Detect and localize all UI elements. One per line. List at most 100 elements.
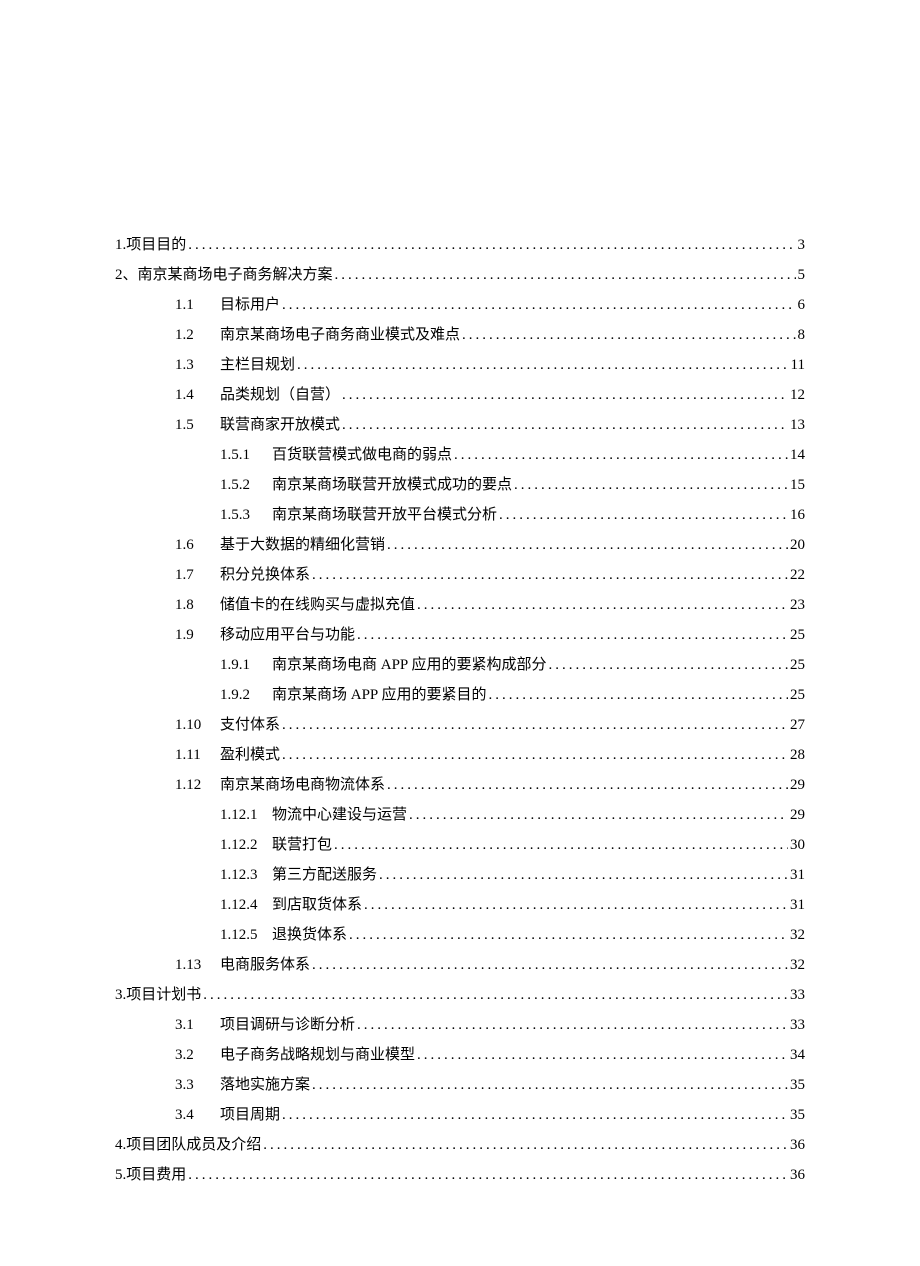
toc-entry: 1.8储值卡的在线购买与虚拟充值 23 [115, 590, 805, 620]
toc-leader-dots [263, 1130, 788, 1160]
toc-page-number: 14 [790, 440, 805, 470]
toc-entry: 1.6基于大数据的精细化营销20 [115, 530, 805, 560]
toc-page-number: 29 [790, 770, 805, 800]
toc-number: 1.5 [175, 410, 220, 440]
toc-entry: 1.10 支付体系 27 [115, 710, 805, 740]
toc-number: 1. [115, 230, 126, 260]
toc-page-number: 29 [790, 800, 805, 830]
toc-number: 1.12.5 [220, 920, 272, 950]
toc-page-number: 25 [790, 680, 805, 710]
toc-number: 3.3 [175, 1070, 220, 1100]
toc-title: 南京某商场电商物流体系 [220, 770, 385, 800]
toc-entry: 1.2南京某商场电子商务商业模式及难点 8 [115, 320, 805, 350]
toc-title: 到店取货体系 [272, 890, 362, 920]
toc-number: 4 [115, 1130, 123, 1160]
toc-leader-dots [387, 770, 788, 800]
toc-page-number: 8 [798, 320, 806, 350]
toc-entry: 5 .项目费用36 [115, 1160, 805, 1190]
toc-entry: 1.4品类规划（自营） 12 [115, 380, 805, 410]
toc-page-number: 30 [790, 830, 805, 860]
table-of-contents: 1.项目目的32、南京某商场电子商务解决方案 51.1目标用户61.2南京某商场… [115, 230, 805, 1190]
toc-leader-dots [312, 1070, 788, 1100]
toc-number: 5 [115, 1160, 123, 1190]
toc-page-number: 32 [790, 950, 805, 980]
toc-title: 基于大数据的精细化营销 [220, 530, 385, 560]
toc-page-number: 12 [790, 380, 805, 410]
toc-number: 1.12.2 [220, 830, 272, 860]
toc-number: 1.5.2 [220, 470, 272, 500]
toc-entry: 1.11 盈利模式 28 [115, 740, 805, 770]
toc-leader-dots [342, 380, 788, 410]
toc-number: 1.2 [175, 320, 220, 350]
toc-page-number: 6 [798, 290, 806, 320]
toc-leader-dots [548, 650, 788, 680]
toc-leader-dots [364, 890, 788, 920]
toc-leader-dots [417, 590, 788, 620]
toc-title: 积分兑换体系 [220, 560, 310, 590]
toc-entry: 1.7积分兑换体系22 [115, 560, 805, 590]
toc-entry: 1.5.3南京某商场联营开放平台模式分析16 [115, 500, 805, 530]
toc-entry: 3.2电子商务战略规划与商业模型34 [115, 1040, 805, 1070]
toc-number: 1.11 [175, 740, 220, 770]
toc-page-number: 23 [790, 590, 805, 620]
toc-page-number: 3 [798, 230, 806, 260]
toc-title: 电商服务体系 [220, 950, 310, 980]
toc-title: 联营打包 [272, 830, 332, 860]
toc-entry: 4 .项目团队成员及介绍36 [115, 1130, 805, 1160]
toc-title: 百货联营模式做电商的弱点 [272, 440, 452, 470]
toc-number: 3.1 [175, 1010, 220, 1040]
toc-page-number: 20 [790, 530, 805, 560]
toc-title: 南京某商场 APP 应用的要紧目的 [272, 680, 486, 710]
toc-number: 1.4 [175, 380, 220, 410]
toc-page-number: 15 [790, 470, 805, 500]
toc-title: 储值卡的在线购买与虚拟充值 [220, 590, 415, 620]
toc-page-number: 33 [790, 1010, 805, 1040]
toc-page-number: 5 [798, 260, 806, 290]
toc-leader-dots [387, 530, 788, 560]
toc-entry: 1.9.2南京某商场 APP 应用的要紧目的 25 [115, 680, 805, 710]
toc-leader-dots [282, 710, 788, 740]
toc-leader-dots [379, 860, 788, 890]
toc-title: .项目计划书 [123, 980, 202, 1010]
toc-entry: 1.13 电商服务体系32 [115, 950, 805, 980]
toc-number: 1.9.2 [220, 680, 272, 710]
toc-page-number: 28 [790, 740, 805, 770]
toc-leader-dots [357, 1010, 788, 1040]
toc-entry: 1.12.1 物流中心建设与运营29 [115, 800, 805, 830]
toc-number: 1.5.1 [220, 440, 272, 470]
toc-page-number: 13 [790, 410, 805, 440]
toc-entry: 3.4项目周期35 [115, 1100, 805, 1130]
toc-number: 1.8 [175, 590, 220, 620]
toc-number: 1.9.1 [220, 650, 272, 680]
toc-page-number: 36 [790, 1160, 805, 1190]
toc-number: 2、 [115, 260, 138, 290]
toc-leader-dots [188, 1160, 788, 1190]
toc-entry: 1.5.1百货联营模式做电商的弱点 14 [115, 440, 805, 470]
toc-entry: 1.9移动应用平台与功能25 [115, 620, 805, 650]
toc-title: 南京某商场联营开放模式成功的要点 [272, 470, 512, 500]
toc-number: 3.2 [175, 1040, 220, 1070]
toc-title: 主栏目规划 [220, 350, 295, 380]
toc-title: 品类规划（自营） [220, 380, 340, 410]
toc-title: 项目调研与诊断分析 [220, 1010, 355, 1040]
toc-number: 1.12 [175, 770, 220, 800]
toc-title: 南京某商场电商 APP 应用的要紧构成部分 [272, 650, 546, 680]
toc-leader-dots [499, 500, 788, 530]
toc-leader-dots [282, 740, 788, 770]
toc-title: 退换货体系 [272, 920, 347, 950]
toc-entry: 1.12.3 第三方配送服务31 [115, 860, 805, 890]
toc-page-number: 32 [790, 920, 805, 950]
toc-leader-dots [312, 950, 788, 980]
toc-page-number: 31 [790, 890, 805, 920]
toc-title: 南京某商场电子商务商业模式及难点 [220, 320, 460, 350]
toc-entry: 1.12.2 联营打包 30 [115, 830, 805, 860]
toc-page-number: 25 [790, 650, 805, 680]
toc-leader-dots [349, 920, 788, 950]
toc-number: 1.7 [175, 560, 220, 590]
toc-title: 目标用户 [220, 290, 280, 320]
toc-leader-dots [357, 620, 788, 650]
toc-leader-dots [488, 680, 788, 710]
toc-number: 1.5.3 [220, 500, 272, 530]
toc-title: 支付体系 [220, 710, 280, 740]
toc-leader-dots [417, 1040, 788, 1070]
